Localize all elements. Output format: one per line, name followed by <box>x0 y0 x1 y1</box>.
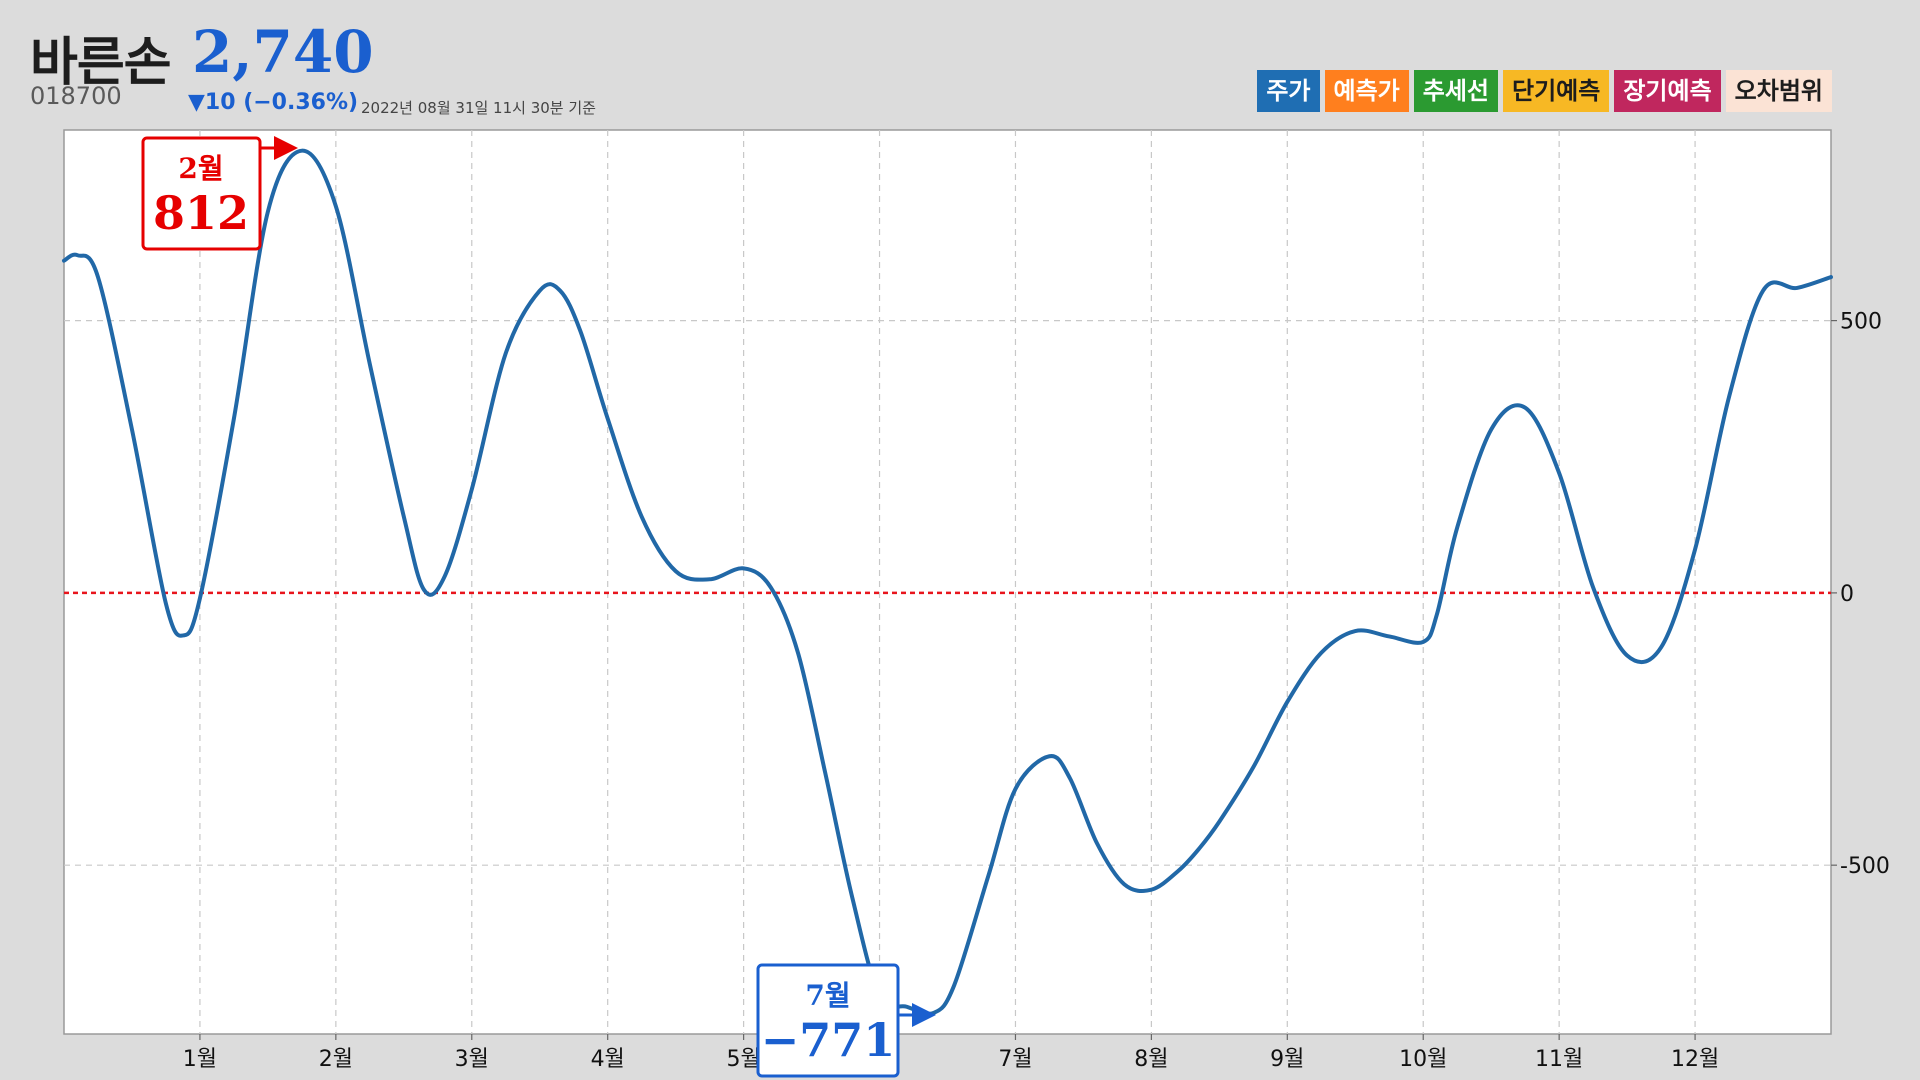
y-tick-label: 500 <box>1840 310 1882 335</box>
x-tick-label: 11월 <box>1535 1047 1583 1072</box>
x-tick-label: 2월 <box>319 1047 353 1072</box>
x-axis: 1월2월3월4월5월6월7월8월9월10월11월12월 <box>183 1034 1719 1072</box>
max-annotation-value: 812 <box>153 186 249 240</box>
x-tick-label: 5월 <box>726 1047 760 1072</box>
x-tick-label: 4월 <box>591 1047 625 1072</box>
x-tick-label: 12월 <box>1671 1047 1719 1072</box>
min-annotation-month: 7월 <box>805 979 850 1012</box>
x-tick-label: 3월 <box>455 1047 489 1072</box>
x-tick-label: 8월 <box>1134 1047 1168 1072</box>
max-annotation-month: 2월 <box>178 152 223 185</box>
min-annotation-value: −771 <box>761 1013 896 1067</box>
y-axis: 500 0 -500 <box>1831 310 1890 879</box>
x-tick-label: 10월 <box>1399 1047 1447 1072</box>
y-tick-label: -500 <box>1840 854 1890 879</box>
plot-area <box>63 129 1832 1035</box>
y-tick-label: 0 <box>1840 582 1854 607</box>
x-tick-label: 1월 <box>183 1047 217 1072</box>
line-chart: 1월2월3월4월5월6월7월8월9월10월11월12월 5000-500 2월 … <box>62 129 1890 1078</box>
x-tick-label: 7월 <box>998 1047 1032 1072</box>
x-tick-label: 9월 <box>1270 1047 1304 1072</box>
